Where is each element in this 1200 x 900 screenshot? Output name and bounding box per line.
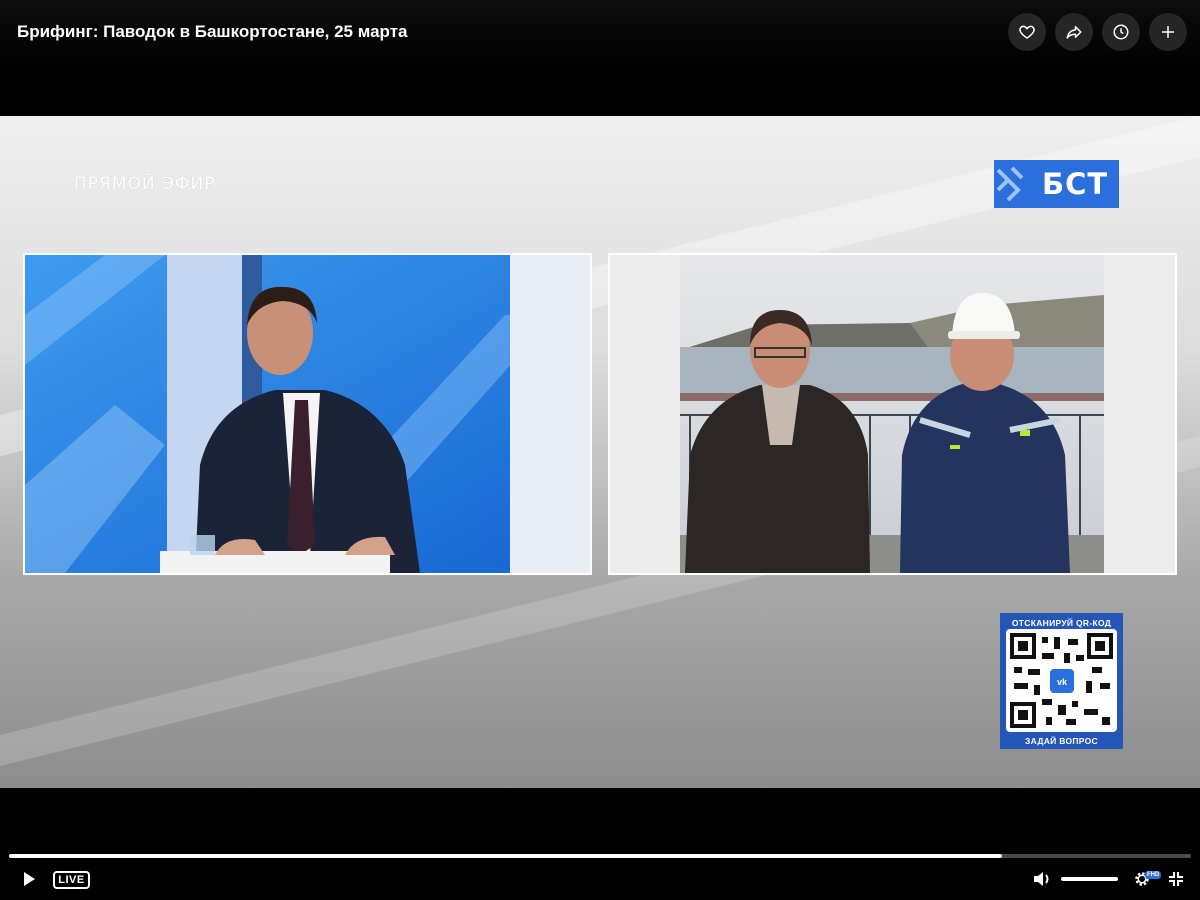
live-badge[interactable]: LIVE — [53, 871, 90, 889]
volume-slider[interactable] — [1061, 877, 1118, 881]
like-button[interactable] — [1008, 13, 1046, 51]
watch-later-button[interactable] — [1102, 13, 1140, 51]
plus-icon — [1162, 26, 1174, 38]
play-icon — [24, 872, 35, 886]
qr-bottom-text: ЗАДАЙ ВОПРОС — [1025, 736, 1098, 746]
qr-code-block: ОТСКАНИРУЙ QR-КОД vk ЗАДАЙ ВОПРОС — [1000, 613, 1123, 749]
live-broadcast-label: ПРЯМОЙ ЭФИР — [74, 174, 216, 194]
play-button[interactable] — [18, 868, 40, 890]
qr-code-image: vk — [1006, 629, 1117, 732]
studio-scene — [25, 255, 590, 573]
video-frame[interactable]: ПРЯМОЙ ЭФИР БСТ ОТСКАНИРУЙ QR-КОД vk ЗАД… — [0, 116, 1200, 788]
volume-button[interactable] — [1031, 868, 1053, 890]
studio-feed — [23, 253, 592, 575]
collapse-icon — [1169, 872, 1183, 886]
field-scene — [610, 255, 1175, 573]
volume-icon — [1034, 872, 1049, 886]
clock-icon — [1113, 24, 1129, 40]
svg-text:vk: vk — [1057, 677, 1068, 687]
player-top-bar: Брифинг: Паводок в Башкортостане, 25 мар… — [0, 0, 1200, 116]
channel-logo-text: БСТ — [1042, 167, 1109, 201]
player-controls: LIVE FHD — [0, 788, 1200, 900]
channel-logo: БСТ — [994, 160, 1119, 208]
field-feed — [608, 253, 1177, 575]
share-icon — [1066, 26, 1082, 39]
ornament-icon — [994, 160, 1034, 208]
heart-icon — [1019, 25, 1035, 39]
progress-fill — [9, 854, 1002, 858]
progress-bar[interactable] — [9, 854, 1191, 858]
quality-badge: FHD — [1145, 871, 1162, 879]
fullscreen-exit-button[interactable] — [1166, 868, 1186, 890]
add-button[interactable] — [1149, 13, 1187, 51]
qr-top-text: ОТСКАНИРУЙ QR-КОД — [1011, 618, 1112, 628]
video-title: Брифинг: Паводок в Башкортостане, 25 мар… — [17, 22, 408, 41]
share-button[interactable] — [1055, 13, 1093, 51]
top-actions — [1008, 13, 1187, 51]
